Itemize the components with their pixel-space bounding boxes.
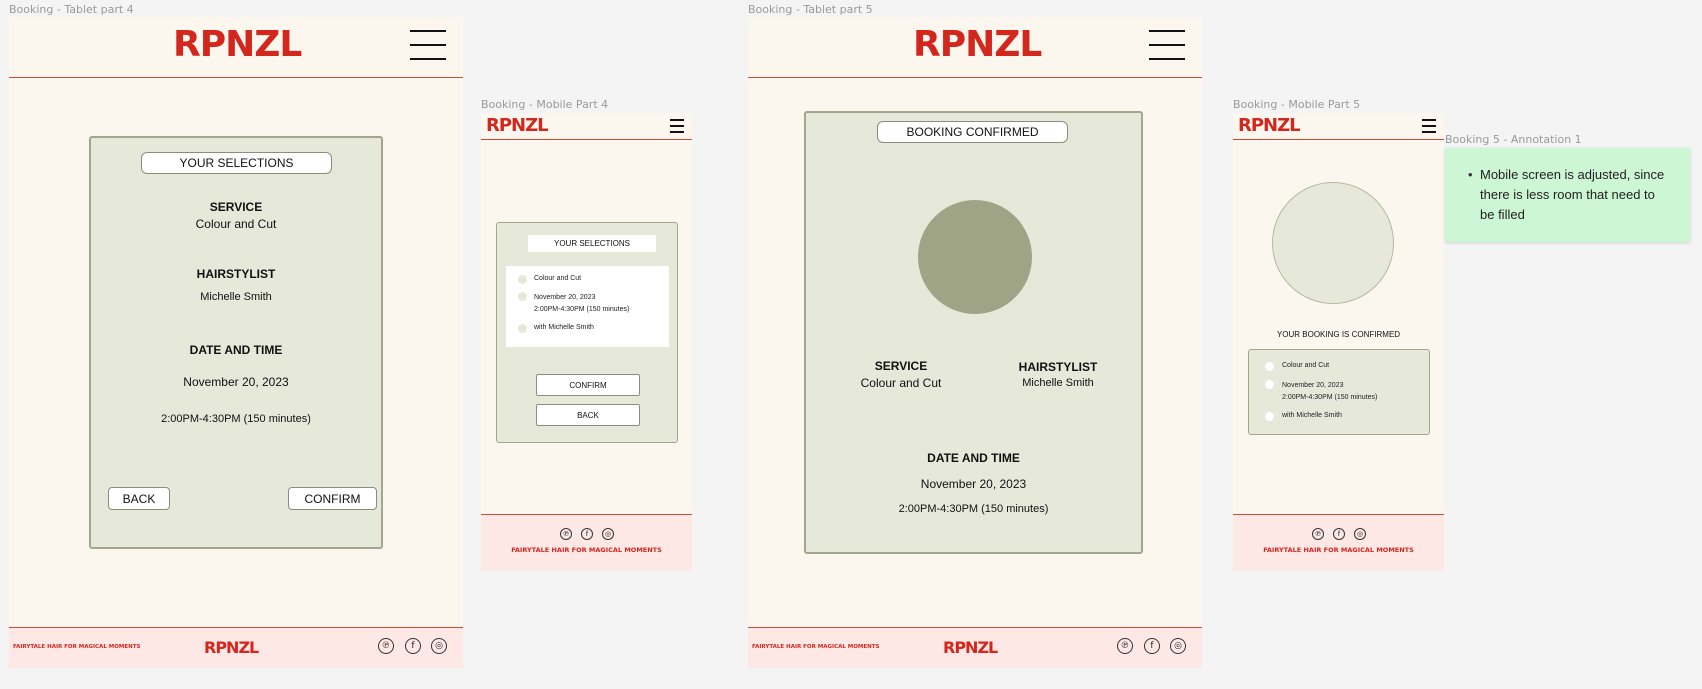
selections-card: YOUR SELECTIONS Colour and Cut November … bbox=[496, 222, 678, 443]
confirm-button[interactable]: CONFIRM bbox=[536, 374, 640, 396]
frame-label-mobile-4: Booking - Mobile Part 4 bbox=[481, 98, 609, 111]
date-value: November 20, 2023 bbox=[1282, 382, 1344, 389]
hamburger-menu-icon[interactable] bbox=[1149, 30, 1185, 60]
annotation-note: • Mobile screen is adjusted, since there… bbox=[1445, 148, 1690, 242]
tablet-4-frame: RPNZL YOUR SELECTIONS SERVICE Colour and… bbox=[9, 17, 463, 668]
time-value: 2:00PM-4:30PM (150 minutes) bbox=[534, 306, 630, 313]
facebook-icon[interactable]: f bbox=[581, 528, 593, 540]
header: RPNZL bbox=[481, 113, 692, 140]
bullet-icon bbox=[518, 324, 527, 333]
confirmation-image-placeholder bbox=[1272, 182, 1394, 304]
frame-label-tablet-4: Booking - Tablet part 4 bbox=[9, 3, 134, 16]
footer-tagline: FAIRYTALE HAIR FOR MAGICAL MOMENTS bbox=[13, 644, 141, 650]
footer: FAIRYTALE HAIR FOR MAGICAL MOMENTS RPNZL… bbox=[748, 627, 1202, 668]
date-value: November 20, 2023 bbox=[183, 375, 289, 389]
list-item-label: with Michelle Smith bbox=[534, 324, 594, 331]
mobile-5-frame: RPNZL YOUR BOOKING IS CONFIRMED Colour a… bbox=[1233, 113, 1444, 571]
service-heading: SERVICE bbox=[874, 359, 928, 373]
service-heading: SERVICE bbox=[209, 200, 263, 214]
frame-label-tablet-5: Booking - Tablet part 5 bbox=[748, 3, 873, 16]
list-item: November 20, 2023 2:00PM-4:30PM (150 min… bbox=[1265, 380, 1377, 404]
footer-logo[interactable]: RPNZL bbox=[204, 638, 259, 657]
time-value: 2:00PM-4:30PM (150 minutes) bbox=[898, 503, 1049, 515]
hairstylist-value: Michelle Smith bbox=[1022, 377, 1094, 389]
time-value: 2:00PM-4:30PM (150 minutes) bbox=[161, 413, 311, 425]
logo[interactable]: RPNZL bbox=[913, 24, 1042, 65]
footer-tagline: FAIRYTALE HAIR FOR MAGICAL MOMENTS bbox=[511, 546, 662, 554]
list-item-label: Colour and Cut bbox=[1282, 362, 1330, 369]
instagram-icon[interactable]: ◎ bbox=[602, 528, 614, 540]
tablet-5-frame: RPNZL BOOKING CONFIRMED SERVICE Colour a… bbox=[748, 17, 1202, 668]
time-value: 2:00PM-4:30PM (150 minutes) bbox=[1282, 394, 1378, 401]
hamburger-menu-icon[interactable] bbox=[670, 119, 684, 133]
list-item-label: November 20, 2023 2:00PM-4:30PM (150 min… bbox=[1282, 380, 1377, 404]
instagram-icon[interactable]: ◎ bbox=[431, 638, 447, 654]
confirmation-title: BOOKING CONFIRMED bbox=[877, 121, 1068, 143]
pinterest-icon[interactable]: ℗ bbox=[560, 528, 572, 540]
frame-label-mobile-5: Booking - Mobile Part 5 bbox=[1233, 98, 1361, 111]
date-time-heading: DATE AND TIME bbox=[927, 451, 1020, 465]
footer: ℗ f ◎ FAIRYTALE HAIR FOR MAGICAL MOMENTS bbox=[481, 514, 692, 571]
footer-tagline: FAIRYTALE HAIR FOR MAGICAL MOMENTS bbox=[1263, 546, 1414, 554]
bullet-icon bbox=[518, 275, 527, 284]
footer-tagline: FAIRYTALE HAIR FOR MAGICAL MOMENTS bbox=[752, 644, 880, 650]
logo[interactable]: RPNZL bbox=[1238, 115, 1301, 136]
facebook-icon[interactable]: f bbox=[405, 638, 421, 654]
header: RPNZL bbox=[1233, 113, 1444, 140]
hairstylist-value: Michelle Smith bbox=[200, 291, 272, 303]
selections-card: YOUR SELECTIONS SERVICE Colour and Cut H… bbox=[89, 136, 383, 549]
service-value: Colour and Cut bbox=[860, 376, 942, 390]
list-item-label: Colour and Cut bbox=[534, 275, 582, 282]
selections-list: Colour and Cut November 20, 2023 2:00PM-… bbox=[506, 266, 669, 347]
date-time-heading: DATE AND TIME bbox=[189, 343, 283, 357]
confirmation-image-placeholder bbox=[918, 200, 1032, 314]
pinterest-icon[interactable]: ℗ bbox=[378, 638, 394, 654]
mobile-4-frame: RPNZL YOUR SELECTIONS Colour and Cut Nov… bbox=[481, 113, 692, 571]
list-item: with Michelle Smith bbox=[1265, 412, 1342, 421]
hairstylist-heading: HAIRSTYLIST bbox=[196, 267, 276, 281]
hairstylist-heading: HAIRSTYLIST bbox=[1018, 360, 1098, 374]
hamburger-menu-icon[interactable] bbox=[410, 30, 446, 60]
bullet-icon bbox=[1265, 362, 1274, 371]
footer: ℗ f ◎ FAIRYTALE HAIR FOR MAGICAL MOMENTS bbox=[1233, 514, 1444, 571]
selections-title: YOUR SELECTIONS bbox=[141, 152, 332, 174]
header: RPNZL bbox=[748, 17, 1202, 78]
bullet-icon: • bbox=[1468, 167, 1473, 182]
selections-list: Colour and Cut November 20, 2023 2:00PM-… bbox=[1248, 349, 1430, 435]
bullet-icon bbox=[1265, 380, 1274, 389]
logo[interactable]: RPNZL bbox=[173, 24, 302, 65]
service-value: Colour and Cut bbox=[195, 217, 277, 231]
confirmed-text: YOUR BOOKING IS CONFIRMED bbox=[1276, 330, 1401, 339]
confirm-button[interactable]: CONFIRM bbox=[288, 487, 377, 510]
list-item: November 20, 2023 2:00PM-4:30PM (150 min… bbox=[518, 292, 629, 316]
instagram-icon[interactable]: ◎ bbox=[1170, 638, 1186, 654]
footer-logo[interactable]: RPNZL bbox=[943, 638, 998, 657]
facebook-icon[interactable]: f bbox=[1333, 528, 1345, 540]
footer: FAIRYTALE HAIR FOR MAGICAL MOMENTS RPNZL… bbox=[9, 627, 463, 668]
hamburger-menu-icon[interactable] bbox=[1422, 119, 1436, 133]
list-item: with Michelle Smith bbox=[518, 324, 594, 333]
list-item: Colour and Cut bbox=[518, 275, 581, 284]
header: RPNZL bbox=[9, 17, 463, 78]
annotation-text: Mobile screen is adjusted, since there i… bbox=[1480, 167, 1665, 222]
annotation-label: Booking 5 - Annotation 1 bbox=[1445, 133, 1582, 146]
confirmation-card: BOOKING CONFIRMED SERVICE Colour and Cut… bbox=[804, 111, 1143, 554]
logo[interactable]: RPNZL bbox=[486, 115, 549, 136]
back-button[interactable]: BACK bbox=[108, 487, 170, 510]
pinterest-icon[interactable]: ℗ bbox=[1117, 638, 1133, 654]
instagram-icon[interactable]: ◎ bbox=[1354, 528, 1366, 540]
list-item-label: with Michelle Smith bbox=[1282, 412, 1342, 419]
back-button[interactable]: BACK bbox=[536, 404, 640, 426]
date-value: November 20, 2023 bbox=[920, 477, 1027, 491]
bullet-icon bbox=[518, 292, 527, 301]
list-item-label: November 20, 2023 2:00PM-4:30PM (150 min… bbox=[534, 292, 629, 316]
list-item: Colour and Cut bbox=[1265, 362, 1329, 371]
bullet-icon bbox=[1265, 412, 1274, 421]
date-value: November 20, 2023 bbox=[534, 294, 596, 301]
facebook-icon[interactable]: f bbox=[1144, 638, 1160, 654]
pinterest-icon[interactable]: ℗ bbox=[1312, 528, 1324, 540]
selections-title: YOUR SELECTIONS bbox=[528, 235, 656, 252]
